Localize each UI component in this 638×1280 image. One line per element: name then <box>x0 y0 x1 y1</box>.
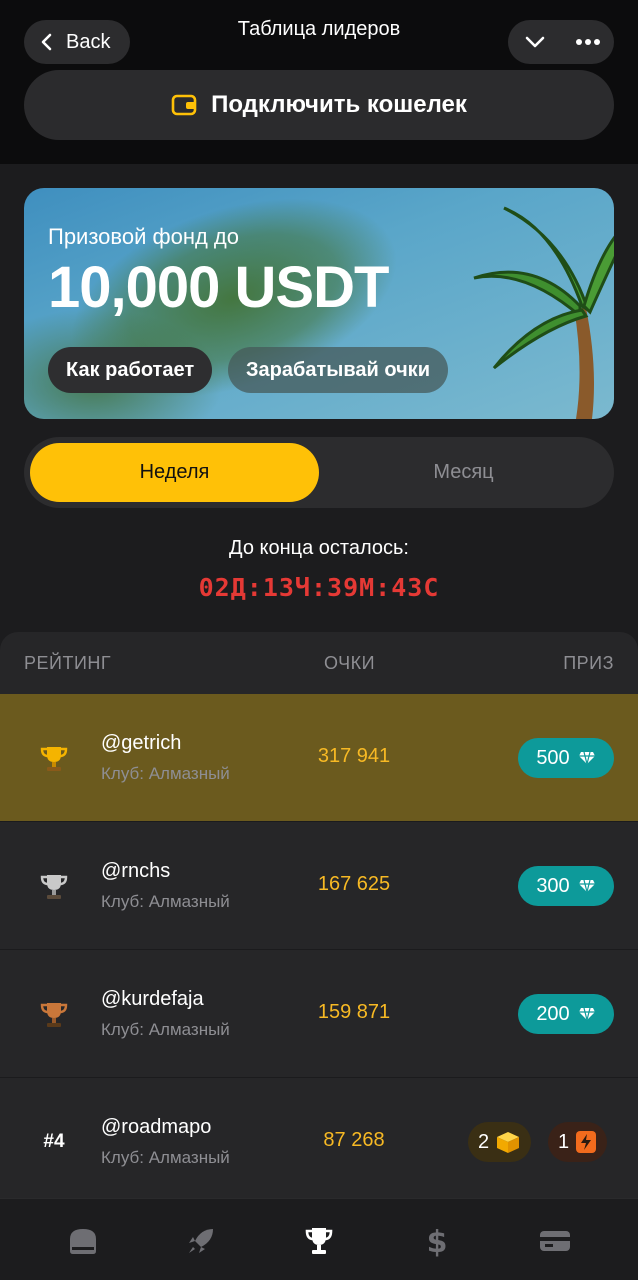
user-club: Клуб: Алмазный <box>101 764 230 783</box>
prize-amount: 200 <box>536 1002 570 1025</box>
rocket-icon[interactable] <box>181 1221 221 1261</box>
tab-month[interactable]: Месяц <box>319 443 608 502</box>
user-name: @getrich <box>101 732 182 754</box>
table-row[interactable]: @kurdefaja Клуб: Алмазный 159 871 200 <box>0 950 638 1078</box>
user-name: @kurdefaja <box>101 988 204 1010</box>
user-points: 167 625 <box>317 873 391 895</box>
diamond-icon <box>578 879 595 893</box>
table-row[interactable]: @rnchs Клуб: Алмазный 167 625 300 <box>0 822 638 950</box>
leaderboard-table: РЕЙТИНГ ОЧКИ ПРИЗ @getrich Клуб: Алмазны… <box>0 632 638 1198</box>
user-points: 317 941 <box>317 745 391 767</box>
gold-trophy-icon <box>24 694 84 822</box>
user-club: Клуб: Алмазный <box>101 1148 230 1167</box>
tab-week[interactable]: Неделя <box>30 443 319 502</box>
diamond-icon <box>578 751 595 765</box>
more-icon[interactable] <box>570 24 606 60</box>
dollar-icon[interactable]: $ <box>417 1221 457 1261</box>
prize-amount: 500 <box>536 746 570 769</box>
table-header: РЕЙТИНГ ОЧКИ ПРИЗ <box>0 632 638 694</box>
table-row[interactable]: @getrich Клуб: Алмазный 317 941 500 <box>0 694 638 822</box>
column-prize: ПРИЗ <box>563 653 614 673</box>
user-club: Клуб: Алмазный <box>101 892 230 911</box>
svg-text:$: $ <box>427 1225 448 1258</box>
user-club: Клуб: Алмазный <box>101 1020 230 1039</box>
box-prize-badge: 2 <box>468 1122 532 1162</box>
top-bar: Back Таблица лидеров Подключить кошелек <box>0 0 638 164</box>
lightning-icon <box>576 1131 597 1153</box>
wallet-icon <box>171 94 197 116</box>
palm-tree-icon <box>473 206 614 419</box>
prize-pool-label: Призовой фонд до <box>48 224 239 249</box>
prize-amount: 300 <box>536 874 570 897</box>
prize-badge: 200 <box>518 994 614 1034</box>
bronze-trophy-icon <box>24 950 84 1078</box>
user-name: @roadmapo <box>101 1116 212 1138</box>
home-icon[interactable] <box>63 1221 103 1261</box>
chevron-down-icon[interactable] <box>517 24 553 60</box>
window-controls <box>508 20 614 64</box>
rank-number: #4 <box>43 1131 65 1152</box>
silver-trophy-icon <box>24 822 84 950</box>
trophy-icon[interactable] <box>299 1221 339 1261</box>
box-icon <box>497 1132 520 1153</box>
prize-badge: 500 <box>518 738 614 778</box>
user-points: 87 268 <box>323 1129 385 1151</box>
column-points: ОЧКИ <box>324 653 376 673</box>
period-switch: Неделя Месяц <box>24 437 614 508</box>
table-row[interactable]: #4 @roadmapo Клуб: Алмазный 87 268 2 1 <box>0 1078 638 1198</box>
prize-badge: 300 <box>518 866 614 906</box>
diamond-icon <box>578 1007 595 1021</box>
energy-prize-badge: 1 <box>548 1122 608 1162</box>
user-points: 159 871 <box>317 1001 391 1023</box>
countdown-timer: 02Д:13Ч:39М:43С <box>198 573 440 602</box>
connect-wallet-button[interactable]: Подключить кошелек <box>24 70 614 140</box>
how-it-works-button[interactable]: Как работает <box>48 347 213 393</box>
connect-wallet-label: Подключить кошелек <box>211 91 467 118</box>
card-icon[interactable] <box>535 1221 575 1261</box>
energy-prize-count: 1 <box>558 1130 570 1153</box>
earn-points-button[interactable]: Зарабатывай очки <box>228 347 448 393</box>
prize-pool-banner: Призовой фонд до 10,000 USDT Как работае… <box>24 188 614 419</box>
prize-pool-value: 10,000 USDT <box>48 255 389 320</box>
user-name: @rnchs <box>101 860 171 882</box>
countdown-label: До конца осталось: <box>229 537 409 559</box>
column-rank: РЕЙТИНГ <box>24 653 112 673</box>
bottom-navigation: $ <box>0 1198 638 1280</box>
box-prize-count: 2 <box>478 1130 490 1153</box>
